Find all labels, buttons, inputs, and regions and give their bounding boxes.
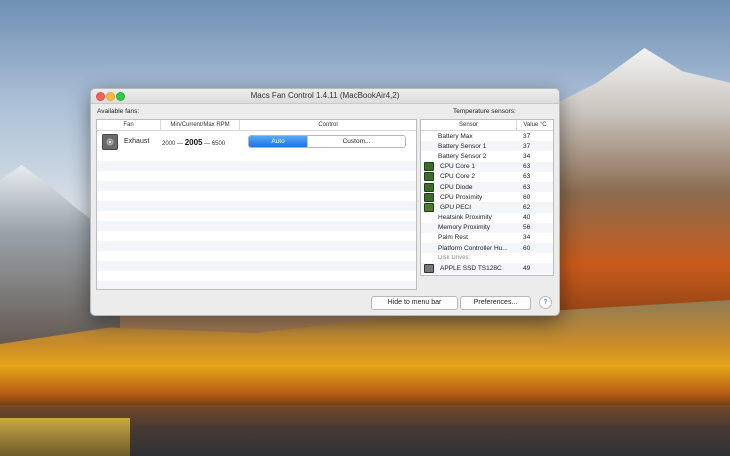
fan-name: Exhaust (124, 138, 150, 145)
sensor-value: 34 (523, 234, 531, 242)
sensor-value: 34 (523, 152, 531, 160)
wallpaper-mountain-right (540, 48, 730, 338)
auto-control-button[interactable]: Auto (249, 136, 307, 147)
sensor-row[interactable]: CPU Core 1 63 (421, 161, 553, 172)
fan-row-exhaust[interactable]: Exhaust 2000 — 2005 — 6500 Auto Custom..… (97, 131, 416, 152)
empty-table-rows (97, 151, 416, 289)
sensor-name: Heatsink Proximity (438, 214, 492, 222)
sensor-value: 40 (523, 214, 531, 222)
rpm-separator: — (204, 141, 212, 147)
fans-table: Fan Min/Current/Max RPM Control Exhaust … (96, 119, 417, 290)
fan-rpm-min: 2000 (162, 141, 176, 147)
cpu-chip-icon (424, 162, 434, 172)
column-header-value[interactable]: Value °C (517, 120, 553, 130)
sensors-panel-label: Temperature sensors: (453, 108, 516, 115)
column-header-rpm[interactable]: Min/Current/Max RPM (161, 120, 240, 130)
sensor-row[interactable]: APPLE SSD TS128C 49 (421, 263, 553, 274)
sensor-name: Memory Proximity (438, 224, 491, 232)
sensor-icon-placeholder (424, 224, 432, 231)
sensor-name: CPU Diode (440, 183, 473, 191)
sensor-value: 56 (523, 224, 531, 232)
column-header-sensor[interactable]: Sensor (421, 120, 517, 130)
sensor-icon-placeholder (424, 133, 432, 140)
sensor-row[interactable]: CPU Core 2 63 (421, 172, 553, 182)
gpu-card-icon (424, 202, 434, 212)
sensor-name: Battery Max (438, 132, 473, 140)
fan-control-segmented: Auto Custom... (248, 135, 406, 148)
sensor-row[interactable]: GPU PECI 62 (421, 202, 553, 213)
sensor-row[interactable]: Memory Proximity 56 (421, 222, 553, 233)
sensor-value: 62 (523, 203, 531, 211)
cpu-chip-icon (424, 192, 434, 202)
sensor-name: Battery Sensor 1 (438, 142, 487, 150)
preferences-button[interactable]: Preferences... (460, 296, 531, 310)
disk-icon (424, 264, 434, 274)
sensor-name: CPU Core 1 (440, 163, 476, 171)
sensor-value: 49 (523, 265, 531, 273)
sensor-name: Platform Controller Hu... (438, 244, 508, 252)
sensor-name: CPU Proximity (440, 193, 483, 201)
rpm-separator: — (177, 141, 185, 147)
title-bar[interactable]: Macs Fan Control 1.4.11 (MacBookAir4,2) (91, 89, 559, 104)
fan-icon (102, 134, 118, 150)
window-title: Macs Fan Control 1.4.11 (MacBookAir4,2) (250, 91, 400, 100)
column-header-fan[interactable]: Fan (97, 120, 161, 130)
sensor-name: APPLE SSD TS128C (440, 265, 502, 273)
hide-to-menu-bar-button[interactable]: Hide to menu bar (371, 296, 458, 310)
sensor-icon-placeholder (424, 245, 432, 252)
sensor-value: 37 (523, 142, 531, 150)
sensor-name: CPU Core 2 (440, 173, 476, 181)
sensor-value: 63 (523, 173, 531, 181)
splitter-handle-icon[interactable]: ◦ (417, 199, 419, 205)
custom-control-button[interactable]: Custom... (307, 136, 405, 147)
sensor-value: 63 (523, 183, 531, 191)
sensor-icon-placeholder (424, 255, 432, 262)
sensor-name: Disk Drives: (438, 255, 471, 262)
fans-table-header: Fan Min/Current/Max RPM Control (97, 120, 416, 131)
sensors-table-header: Sensor Value °C (421, 120, 553, 131)
sensor-row[interactable]: Platform Controller Hu... 60 (421, 243, 553, 254)
sensor-row[interactable]: Heatsink Proximity 40 (421, 213, 553, 223)
sensor-value: 63 (523, 163, 531, 171)
fan-rpm-readout: 2000 — 2005 — 6500 (162, 138, 225, 147)
sensor-value: 60 (523, 193, 531, 201)
fan-rpm-max: 6500 (211, 141, 226, 147)
sensor-row[interactable]: CPU Proximity 60 (421, 192, 553, 202)
sensors-table: Sensor Value °C Battery Max 37 Battery Sen… (420, 119, 554, 276)
fan-rpm-current: 2005 (184, 138, 203, 147)
fans-panel-label: Available fans: (97, 108, 140, 115)
sensor-icon-placeholder (424, 153, 432, 160)
sensor-name: Battery Sensor 2 (438, 152, 487, 160)
cpu-chip-icon (424, 172, 434, 182)
sensor-value: 60 (523, 244, 531, 252)
help-button[interactable]: ? (539, 296, 552, 309)
sensor-group-header: Disk Drives: (421, 253, 553, 263)
column-header-control[interactable]: Control (240, 120, 416, 130)
cpu-chip-icon (424, 182, 434, 192)
sensor-icon-placeholder (424, 214, 432, 221)
sensor-icon-placeholder (424, 234, 432, 241)
sensor-row[interactable]: CPU Diode 63 (421, 181, 553, 193)
sensor-row[interactable]: Battery Sensor 1 37 (421, 141, 553, 152)
sensor-row[interactable]: Palm Rest 34 (421, 233, 553, 243)
app-window: Macs Fan Control 1.4.11 (MacBookAir4,2) … (90, 88, 560, 316)
sensor-name: Palm Rest (438, 234, 468, 242)
sensor-value: 37 (523, 132, 531, 140)
sensor-row[interactable]: Battery Max 37 (421, 131, 553, 141)
sensor-icon-placeholder (424, 143, 432, 150)
sensor-row[interactable]: Battery Sensor 2 34 (421, 151, 553, 161)
sensor-rows: Battery Max 37 Battery Sensor 1 37 Battery S… (421, 131, 553, 274)
sensor-name: GPU PECI (440, 203, 472, 211)
wallpaper-shore (0, 418, 130, 456)
